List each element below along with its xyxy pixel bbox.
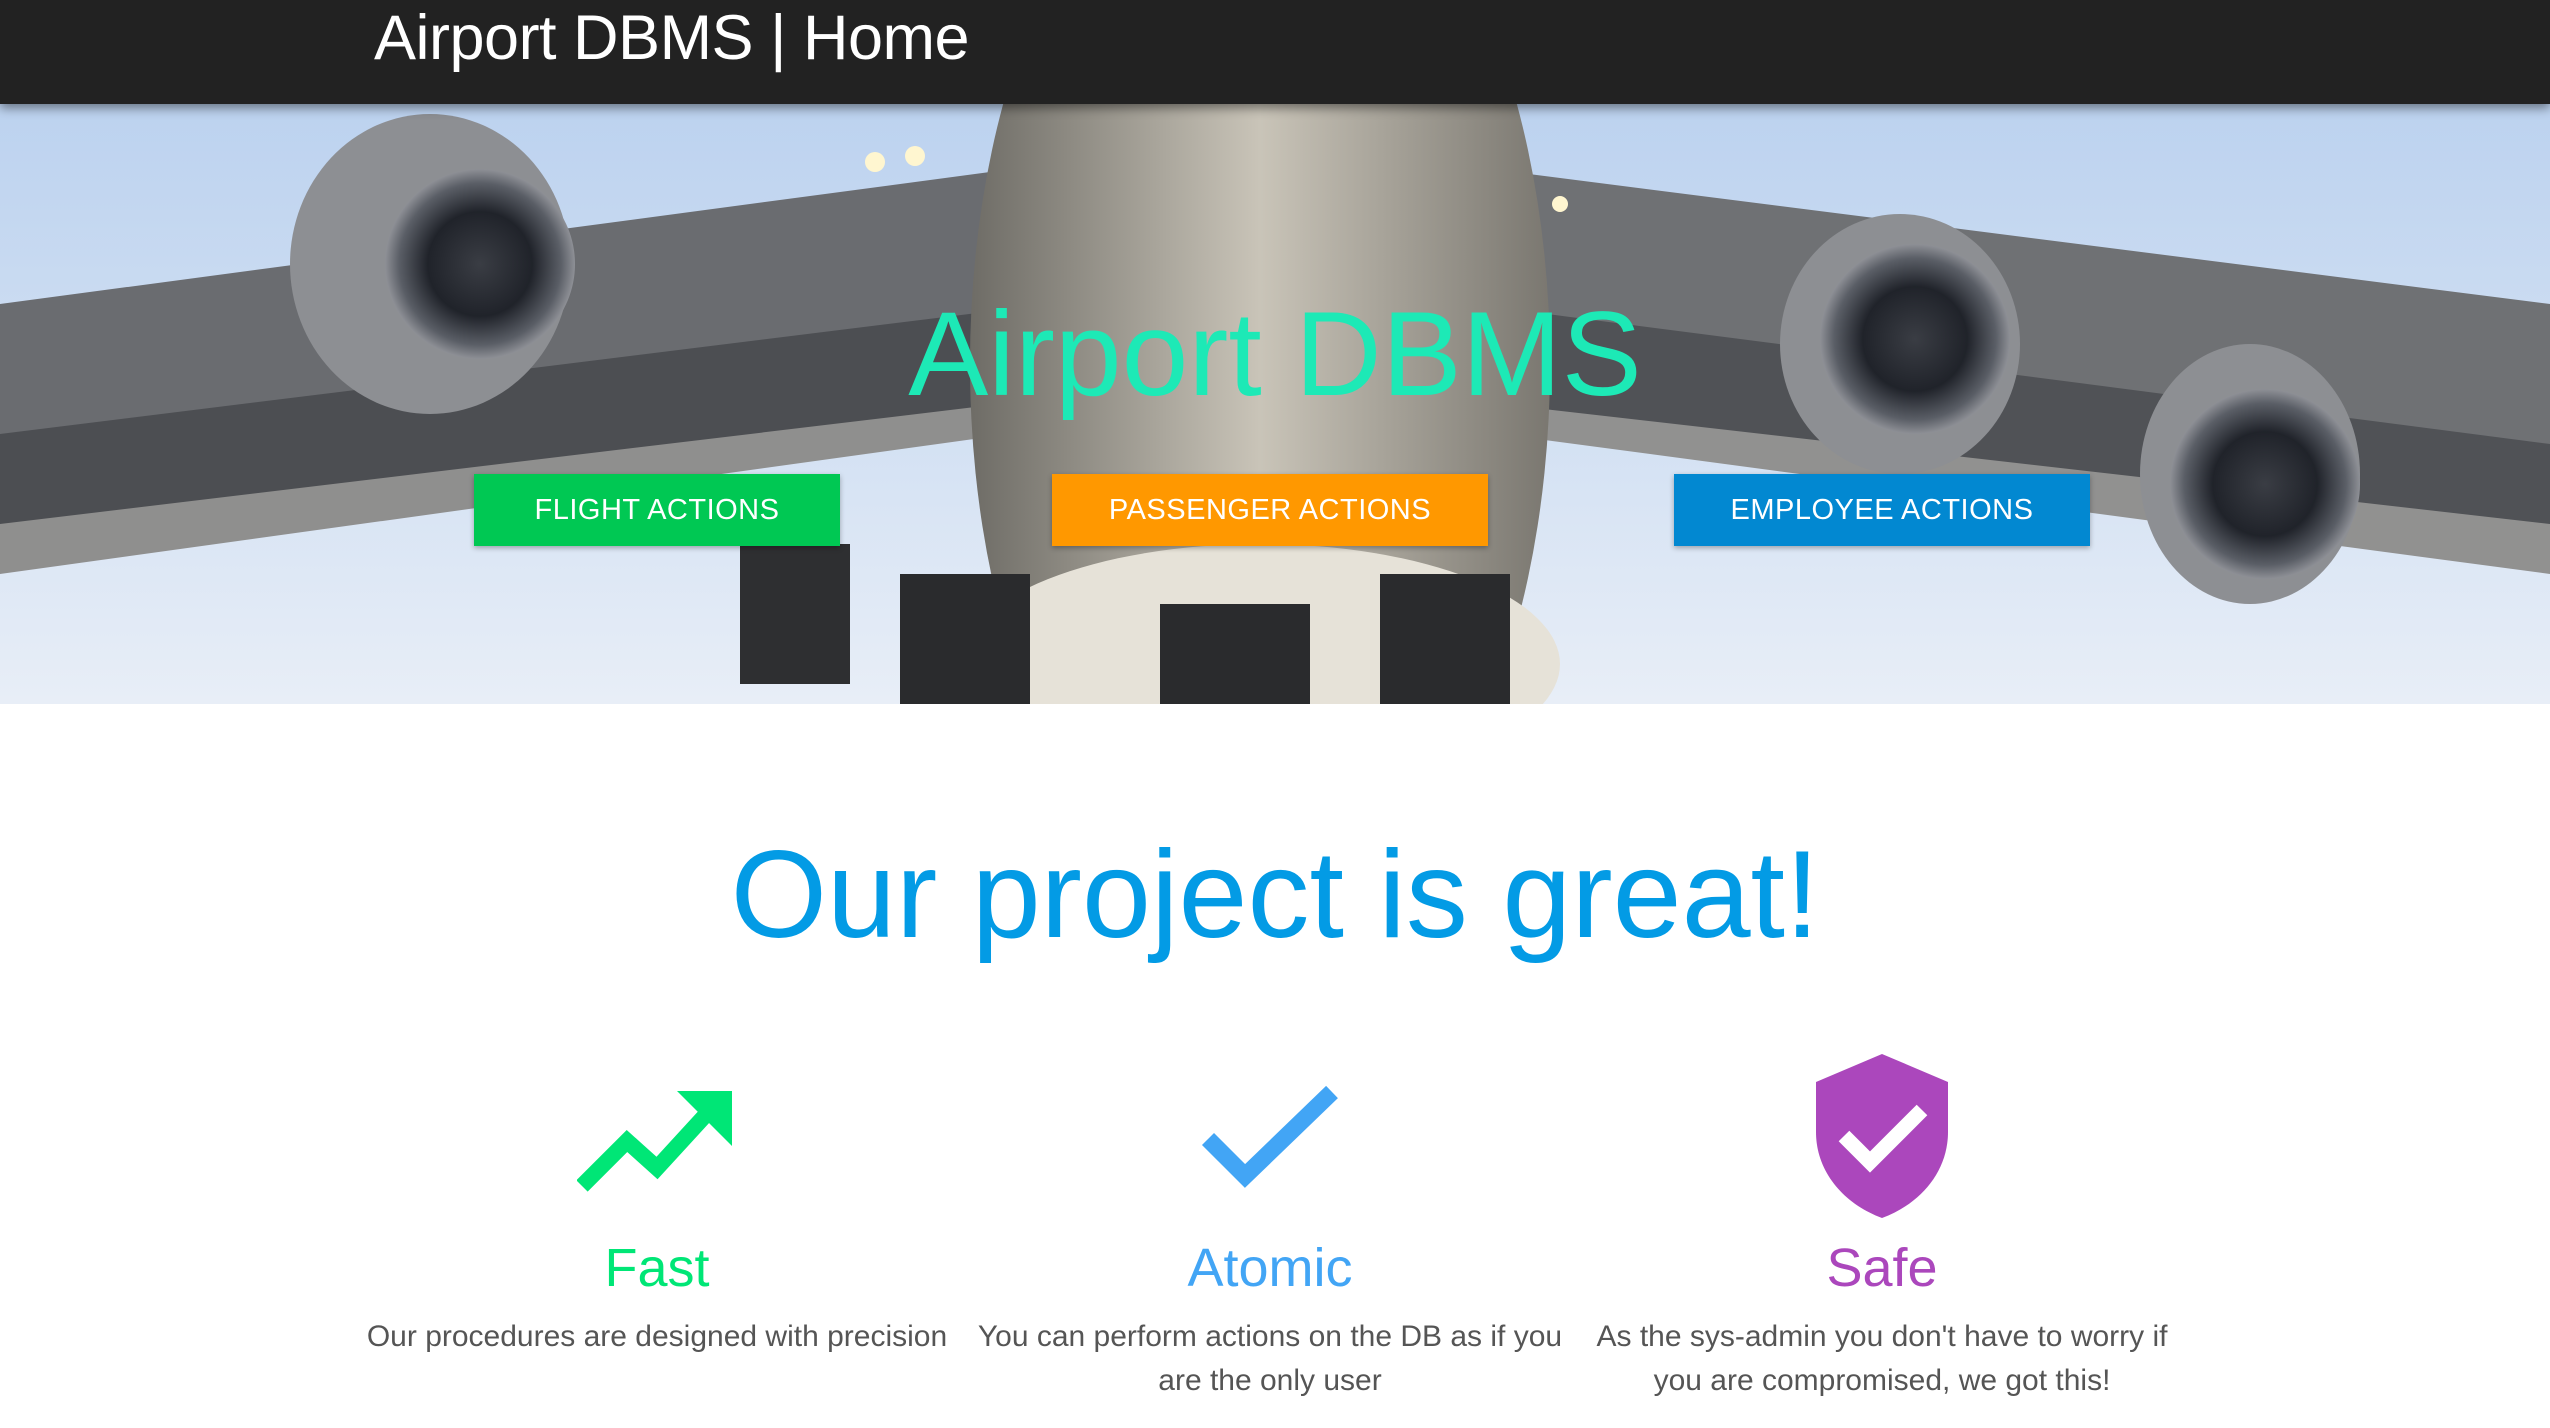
feature-fast: Fast Our procedures are designed with pr…: [357, 1040, 957, 1359]
check-icon: [970, 1040, 1570, 1220]
employee-actions-button[interactable]: EMPLOYEE ACTIONS: [1674, 474, 2090, 546]
navbar: Airport DBMS | Home: [0, 0, 2550, 104]
passenger-actions-button[interactable]: PASSENGER ACTIONS: [1052, 474, 1488, 546]
shield-check-icon: [1582, 1040, 2182, 1220]
feature-atomic: Atomic You can perform actions on the DB…: [970, 1040, 1570, 1403]
hero-section: Airport DBMS FLIGHT ACTIONS PASSENGER AC…: [0, 104, 2550, 704]
feature-safe: Safe As the sys-admin you don't have to …: [1582, 1040, 2182, 1403]
feature-title: Atomic: [1187, 1238, 1353, 1298]
feature-description: As the sys-admin you don't have to worry…: [1596, 1320, 2168, 1397]
feature-description: Our procedures are designed with precisi…: [366, 1320, 948, 1353]
features-title: Our project is great!: [730, 826, 1820, 964]
navbar-brand[interactable]: Airport DBMS | Home: [374, 0, 970, 76]
flight-actions-button[interactable]: FLIGHT ACTIONS: [474, 474, 840, 546]
hero-title: Airport DBMS: [908, 287, 1642, 421]
feature-description: You can perform actions on the DB as if …: [977, 1320, 1563, 1397]
feature-title: Safe: [1826, 1238, 1938, 1298]
trending-up-icon: [357, 1040, 957, 1220]
feature-title: Fast: [604, 1238, 710, 1298]
